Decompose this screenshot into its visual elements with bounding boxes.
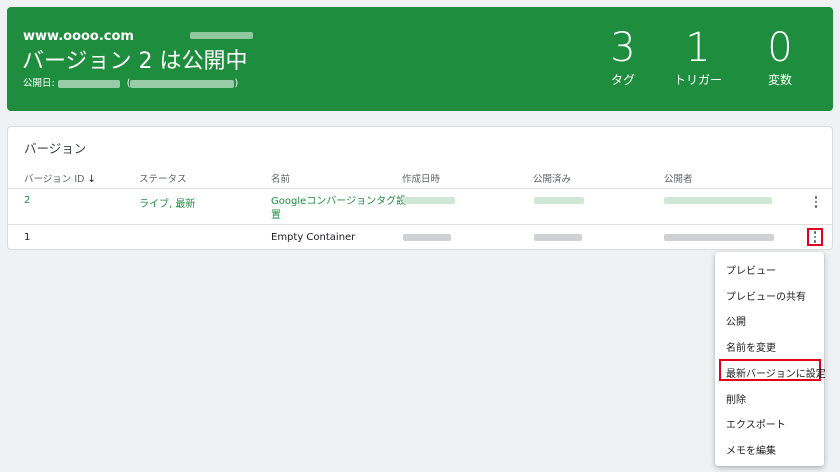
stat-tags-count: 3 — [610, 25, 636, 71]
publish-date: 公開日: () — [23, 75, 238, 89]
menu-item-delete[interactable]: 削除 — [726, 391, 746, 406]
site-name: www.oooo.com — [23, 29, 134, 44]
more-vert-icon[interactable] — [809, 194, 823, 210]
versions-card: バージョン バージョン ID ↓ ステータス 名前 作成日時 公開済み 公開者 … — [7, 126, 833, 250]
version-actions-menu: プレビュー プレビューの共有 公開 名前を変更 最新バージョンに設定 削除 エク… — [715, 252, 826, 466]
row-status: ライブ, 最新 — [139, 199, 196, 210]
menu-item-set-latest[interactable]: 最新バージョンに設定 — [726, 365, 826, 380]
row-version-id[interactable]: 1 — [24, 232, 30, 243]
menu-item-preview[interactable]: プレビュー — [726, 262, 776, 277]
redacted-publisher — [664, 197, 772, 204]
redacted-publisher — [664, 234, 774, 241]
col-header-published[interactable]: 公開済み — [533, 171, 571, 185]
redacted-created — [403, 197, 455, 204]
redacted-date — [57, 79, 120, 88]
stat-tags[interactable]: 3 タグ — [593, 25, 653, 88]
redacted-publisher — [130, 79, 235, 88]
more-vert-icon[interactable] — [807, 228, 823, 246]
stat-tags-label: タグ — [610, 73, 635, 87]
menu-item-publish[interactable]: 公開 — [726, 313, 746, 328]
stat-variables-count: 0 — [767, 25, 793, 71]
publish-date-close: ) — [234, 78, 239, 89]
stat-triggers[interactable]: 1 トリガー — [668, 25, 728, 88]
stat-triggers-count: 1 — [685, 25, 711, 71]
col-header-version-id[interactable]: バージョン ID ↓ — [24, 171, 96, 185]
stat-variables-label: 変数 — [767, 73, 792, 87]
version-banner: www.oooo.com バージョン 2 は公開中 公開日: () 3 タグ 1… — [7, 7, 833, 111]
row-name[interactable]: Empty Container — [271, 232, 355, 243]
menu-item-share-preview[interactable]: プレビューの共有 — [726, 288, 806, 303]
stat-triggers-label: トリガー — [673, 73, 722, 87]
redacted-published — [534, 234, 582, 241]
row-version-id[interactable]: 2 — [24, 195, 30, 206]
menu-item-rename[interactable]: 名前を変更 — [726, 339, 776, 354]
col-header-status[interactable]: ステータス — [139, 171, 187, 185]
row-name[interactable]: Googleコンバージョンタグ設 置 — [271, 195, 406, 223]
row-divider — [8, 224, 832, 225]
col-header-name[interactable]: 名前 — [271, 171, 290, 185]
arrow-down-icon: ↓ — [87, 174, 96, 185]
redacted-created — [403, 234, 451, 241]
col-header-created[interactable]: 作成日時 — [402, 171, 440, 185]
publish-date-label: 公開日: — [23, 78, 55, 89]
header-divider — [8, 188, 832, 189]
redacted-container-id — [190, 32, 253, 39]
redacted-published — [534, 197, 584, 204]
versions-title: バージョン — [24, 141, 87, 156]
col-header-publisher[interactable]: 公開者 — [664, 171, 693, 185]
stat-variables[interactable]: 0 変数 — [750, 25, 810, 88]
menu-item-edit-notes[interactable]: メモを編集 — [726, 442, 776, 457]
page-title: バージョン 2 は公開中 — [22, 49, 248, 74]
menu-item-export[interactable]: エクスポート — [726, 416, 786, 431]
